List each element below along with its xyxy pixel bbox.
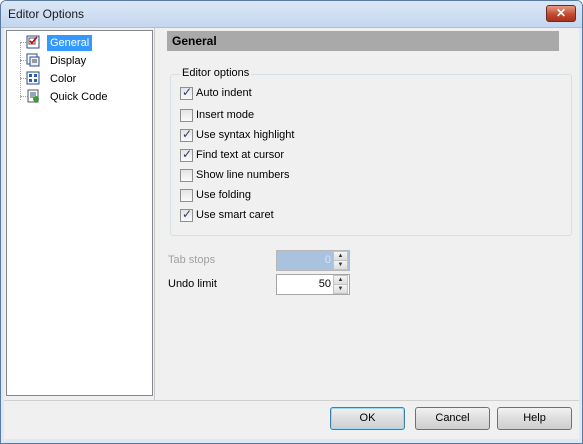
checkbox-box[interactable] (180, 169, 193, 182)
tab-stops-spinner: 0 ▲ ▼ (276, 250, 350, 271)
spin-down-icon[interactable]: ▼ (333, 284, 348, 294)
quick-code-icon (26, 89, 40, 103)
tree-item-label: Quick Code (50, 91, 108, 103)
dialog-body: General Display Color Quick Code General… (4, 28, 579, 439)
section-title: General (172, 34, 217, 48)
help-button[interactable]: Help (497, 407, 572, 430)
tree-item-label: Color (50, 73, 77, 85)
checkbox-box[interactable] (180, 109, 193, 122)
ok-button[interactable]: OK (330, 407, 405, 430)
undo-limit-label: Undo limit (168, 278, 217, 290)
cancel-button[interactable]: Cancel (415, 407, 490, 430)
close-button[interactable]: ✕ (546, 5, 576, 22)
checkbox-box[interactable] (180, 85, 193, 100)
checkbox-box[interactable] (180, 189, 193, 202)
display-settings-icon (26, 53, 40, 67)
options-tree: General Display Color Quick Code (6, 30, 153, 396)
checkbox-label: Show line numbers (196, 169, 290, 181)
checkbox-label: Use smart caret (196, 209, 274, 221)
section-header: General (167, 31, 559, 51)
group-title: Editor options (180, 67, 252, 79)
checkbox-label: Auto indent (196, 87, 252, 99)
undo-limit-value[interactable]: 50 (319, 278, 331, 290)
checkbox-label: Find text at cursor (196, 149, 285, 161)
close-icon: ✕ (555, 6, 567, 20)
checkbox-label: Use folding (196, 189, 252, 201)
cancel-button-label: Cancel (435, 412, 470, 424)
spin-down-icon: ▼ (333, 260, 348, 270)
title-bar[interactable]: Editor Options ✕ (1, 1, 582, 28)
tab-stops-value: 0 (324, 254, 331, 266)
tree-connector (20, 42, 21, 100)
tree-item-label: Display (50, 55, 87, 67)
checkbox-label: Use syntax highlight (196, 129, 295, 141)
color-palette-icon (26, 71, 40, 85)
editor-options-dialog: Editor Options ✕ General Display Color Q… (0, 0, 583, 444)
panel-divider (154, 28, 155, 400)
button-bar-separator (4, 400, 579, 401)
window-title: Editor Options (8, 7, 85, 21)
help-button-label: Help (523, 412, 546, 424)
checkbox-box[interactable] (180, 147, 193, 162)
tab-stops-label: Tab stops (168, 254, 216, 266)
checkbox-box[interactable] (180, 127, 193, 142)
general-settings-icon (26, 35, 40, 49)
checkbox-label: Insert mode (196, 109, 255, 121)
ok-button-label: OK (359, 412, 376, 424)
undo-limit-spinner[interactable]: 50 ▲ ▼ (276, 274, 350, 295)
checkbox-box[interactable] (180, 207, 193, 222)
tree-item-label: General (47, 35, 93, 51)
